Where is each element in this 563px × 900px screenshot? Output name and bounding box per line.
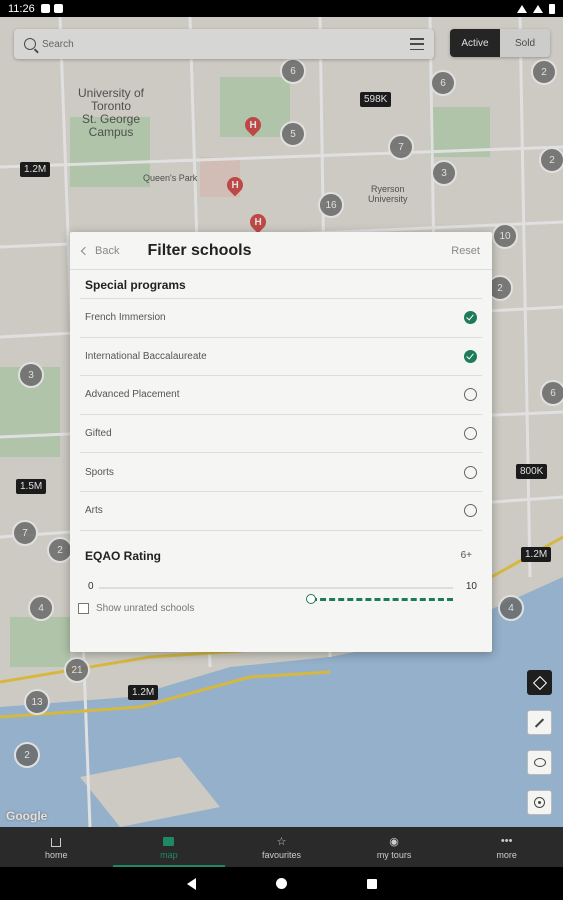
program-label: Arts (85, 505, 103, 517)
check-icon[interactable] (464, 311, 477, 325)
system-home-icon[interactable] (275, 878, 287, 889)
nav-more[interactable]: ••• more (450, 827, 563, 867)
eqao-title: EQAO Rating (85, 548, 162, 563)
status-time: 11:26 (8, 2, 35, 15)
program-label: Advanced Placement (85, 389, 180, 401)
show-unrated-option[interactable]: Show unrated schools (70, 599, 492, 618)
program-option[interactable]: Arts (80, 490, 482, 530)
map-icon (163, 835, 175, 848)
radio-icon[interactable] (464, 504, 477, 518)
nav-favourites[interactable]: ☆ favourites (225, 827, 338, 867)
nav-label: map (160, 849, 178, 860)
program-label: International Baccalaureate (85, 350, 207, 362)
nav-label: home (45, 849, 68, 860)
nav-label: favourites (261, 849, 301, 860)
special-programs-heading: Special programs (85, 278, 186, 292)
eqao-value: 6+ (460, 550, 472, 562)
slider-max-label: 10 (465, 580, 477, 592)
radio-icon[interactable] (464, 388, 477, 402)
reset-button[interactable]: Reset (451, 245, 480, 257)
battery-icon (549, 3, 555, 14)
eqao-rating-header: EQAO Rating 6+ (70, 537, 492, 575)
nav-label: my tours (376, 849, 412, 860)
program-label: Gifted (85, 428, 112, 440)
show-unrated-checkbox[interactable] (78, 602, 89, 614)
nav-map[interactable]: map (112, 827, 226, 867)
lasso-icon (533, 758, 546, 767)
eye-icon: ◉ (389, 835, 399, 848)
program-option[interactable]: International Baccalaureate (80, 336, 482, 376)
bottom-navigation: home map ☆ favourites ◉ my tours ••• mor… (0, 827, 563, 867)
nav-home[interactable]: home (0, 827, 113, 867)
divider (80, 529, 482, 531)
notification-icon (40, 4, 50, 13)
star-icon: ☆ (276, 835, 287, 848)
locate-icon (534, 797, 545, 808)
program-option[interactable]: Sports (80, 452, 482, 491)
home-icon (51, 835, 62, 848)
radio-icon[interactable] (464, 427, 477, 441)
back-button[interactable]: Back (80, 244, 120, 257)
notification-icon (53, 4, 63, 13)
signal-icon (533, 4, 543, 13)
program-label: French Immersion (85, 312, 166, 324)
back-label: Back (95, 244, 120, 257)
slider-min-label: 0 (88, 580, 94, 592)
system-recents-icon[interactable] (366, 878, 377, 889)
slider-fill (311, 597, 453, 601)
program-list: French Immersion International Baccalaur… (70, 298, 492, 530)
chevron-left-icon (80, 246, 90, 255)
slider-track[interactable] (99, 586, 453, 604)
system-navigation-bar (0, 867, 563, 900)
show-unrated-label: Show unrated schools (96, 602, 195, 614)
more-icon: ••• (500, 835, 513, 847)
lasso-button[interactable] (527, 750, 552, 775)
draw-button[interactable] (527, 710, 552, 735)
system-back-icon[interactable] (186, 877, 196, 890)
locate-button[interactable] (527, 790, 552, 815)
layers-button[interactable] (527, 670, 552, 695)
layers-icon (532, 675, 547, 690)
dialog-title: Filter schools (147, 241, 252, 259)
program-option[interactable]: Gifted (80, 413, 482, 453)
program-option[interactable]: French Immersion (80, 298, 482, 337)
filter-schools-dialog: Back Filter schools Reset Special progra… (70, 232, 492, 652)
radio-icon[interactable] (464, 465, 477, 479)
wifi-icon (517, 4, 527, 13)
dialog-header: Back Filter schools Reset (70, 232, 492, 270)
program-option[interactable]: Advanced Placement (80, 375, 482, 414)
check-icon[interactable] (464, 349, 477, 363)
draw-icon (534, 717, 545, 728)
program-label: Sports (85, 466, 114, 478)
status-bar: 11:26 (0, 0, 563, 17)
slider-thumb[interactable] (306, 593, 317, 604)
nav-label: more (496, 849, 517, 860)
eqao-slider[interactable]: 0 10 (85, 575, 477, 604)
nav-my-tours[interactable]: ◉ my tours (338, 827, 451, 867)
